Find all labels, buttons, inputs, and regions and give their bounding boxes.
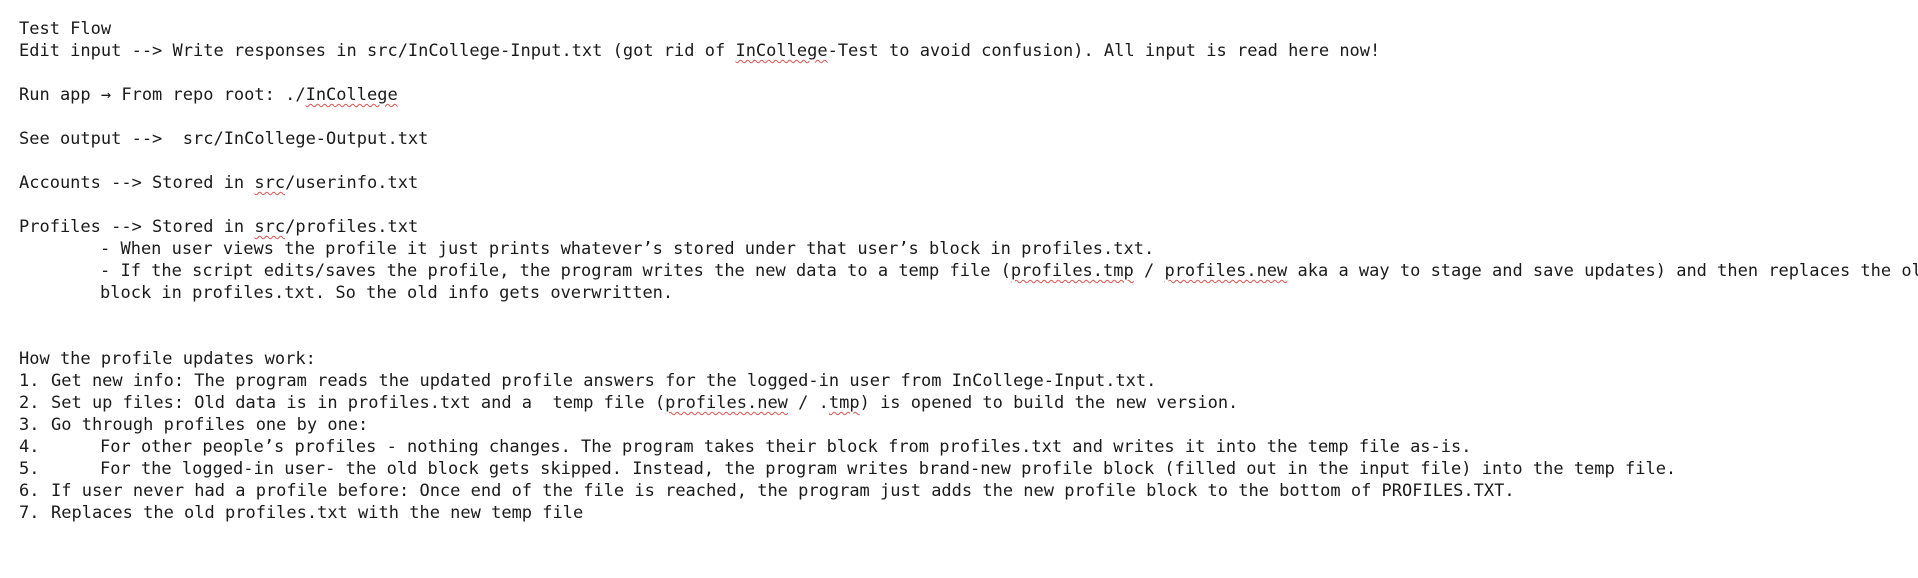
list-item: 2. Set up files: Old data is in profiles.… — [19, 392, 1914, 414]
list-text: If user never had a profile before: Once… — [51, 481, 1515, 501]
accounts-path: /userinfo.txt — [285, 173, 419, 193]
profiles-line: Profiles --> Stored in src/profiles.txt — [19, 216, 1914, 238]
profile-edit-text-end: aka a way to stage and save updates) and… — [1287, 261, 1918, 281]
spellcheck-word[interactable]: tmp — [829, 393, 860, 413]
profile-edit-continuation: block in profiles.txt. So the old info g… — [100, 283, 674, 303]
edit-input-line: Edit input --> Write responses in src/In… — [19, 40, 1914, 62]
run-app-line: Run app → From repo root: ./InCollege — [19, 84, 1914, 106]
spellcheck-word[interactable]: InCollege — [306, 85, 398, 105]
spellcheck-word[interactable]: profiles.tmp — [1011, 261, 1134, 281]
list-number: 3. — [19, 415, 40, 435]
list-text-end: ) is opened to build the new version. — [859, 393, 1239, 413]
list-item: 6. If user never had a profile before: On… — [19, 480, 1914, 502]
profile-edit-sep: / — [1133, 261, 1165, 281]
list-text: Replaces the old profiles.txt with the n… — [51, 503, 584, 523]
list-item: 5. For the logged-in user- the old block … — [19, 458, 1914, 480]
profile-edit-text: - If the script edits/saves the profile,… — [100, 261, 1011, 281]
list-text-sep: / . — [787, 393, 829, 413]
updates-heading: How the profile updates work: — [19, 349, 316, 369]
list-item: 1. Get new info: The program reads the up… — [19, 370, 1914, 392]
profile-edit-bullet: - If the script edits/saves the profile,… — [19, 260, 1918, 282]
edit-input-text-end: -Test to avoid confusion). All input is … — [827, 41, 1381, 61]
list-text: Set up files: Old data is in profiles.tx… — [51, 393, 666, 413]
accounts-line: Accounts --> Stored in src/userinfo.txt — [19, 172, 1914, 194]
list-number: 4. — [19, 437, 40, 457]
profile-view-bullet: - When user views the profile it just pr… — [100, 239, 1155, 259]
list-text: Get new info: The program reads the upda… — [51, 371, 1157, 391]
edit-input-text: Edit input --> Write responses in src/In… — [19, 41, 736, 61]
spellcheck-word[interactable]: src — [254, 217, 285, 237]
accounts-text: Accounts --> Stored in — [19, 173, 255, 193]
profiles-text: Profiles --> Stored in — [19, 217, 255, 237]
list-item: 4. For other people’s profiles - nothing … — [19, 436, 1914, 458]
list-number: 2. — [19, 393, 40, 413]
document-body[interactable]: Test Flow Edit input --> Write responses… — [19, 18, 1918, 524]
list-text: For other people’s profiles - nothing ch… — [100, 437, 1472, 457]
spellcheck-word[interactable]: InCollege — [735, 41, 827, 61]
list-item: 7. Replaces the old profiles.txt with the… — [19, 502, 1914, 524]
profiles-path: /profiles.txt — [285, 217, 419, 237]
list-text: For the logged-in user- the old block ge… — [100, 459, 1677, 479]
list-number: 6. — [19, 481, 40, 501]
run-app-text: Run app → From repo root: ./ — [19, 85, 306, 105]
spellcheck-word[interactable]: profiles.new — [1164, 261, 1287, 281]
list-number: 7. — [19, 503, 40, 523]
list-text: Go through profiles one by one: — [51, 415, 369, 435]
list-number: 1. — [19, 371, 40, 391]
list-number: 5. — [19, 459, 40, 479]
list-item: 3. Go through profiles one by one: — [19, 414, 1914, 436]
spellcheck-word[interactable]: src — [254, 173, 285, 193]
doc-title: Test Flow — [19, 19, 112, 39]
see-output-line: See output --> src/InCollege-Output.txt — [19, 129, 429, 149]
spellcheck-word[interactable]: profiles.new — [665, 393, 788, 413]
